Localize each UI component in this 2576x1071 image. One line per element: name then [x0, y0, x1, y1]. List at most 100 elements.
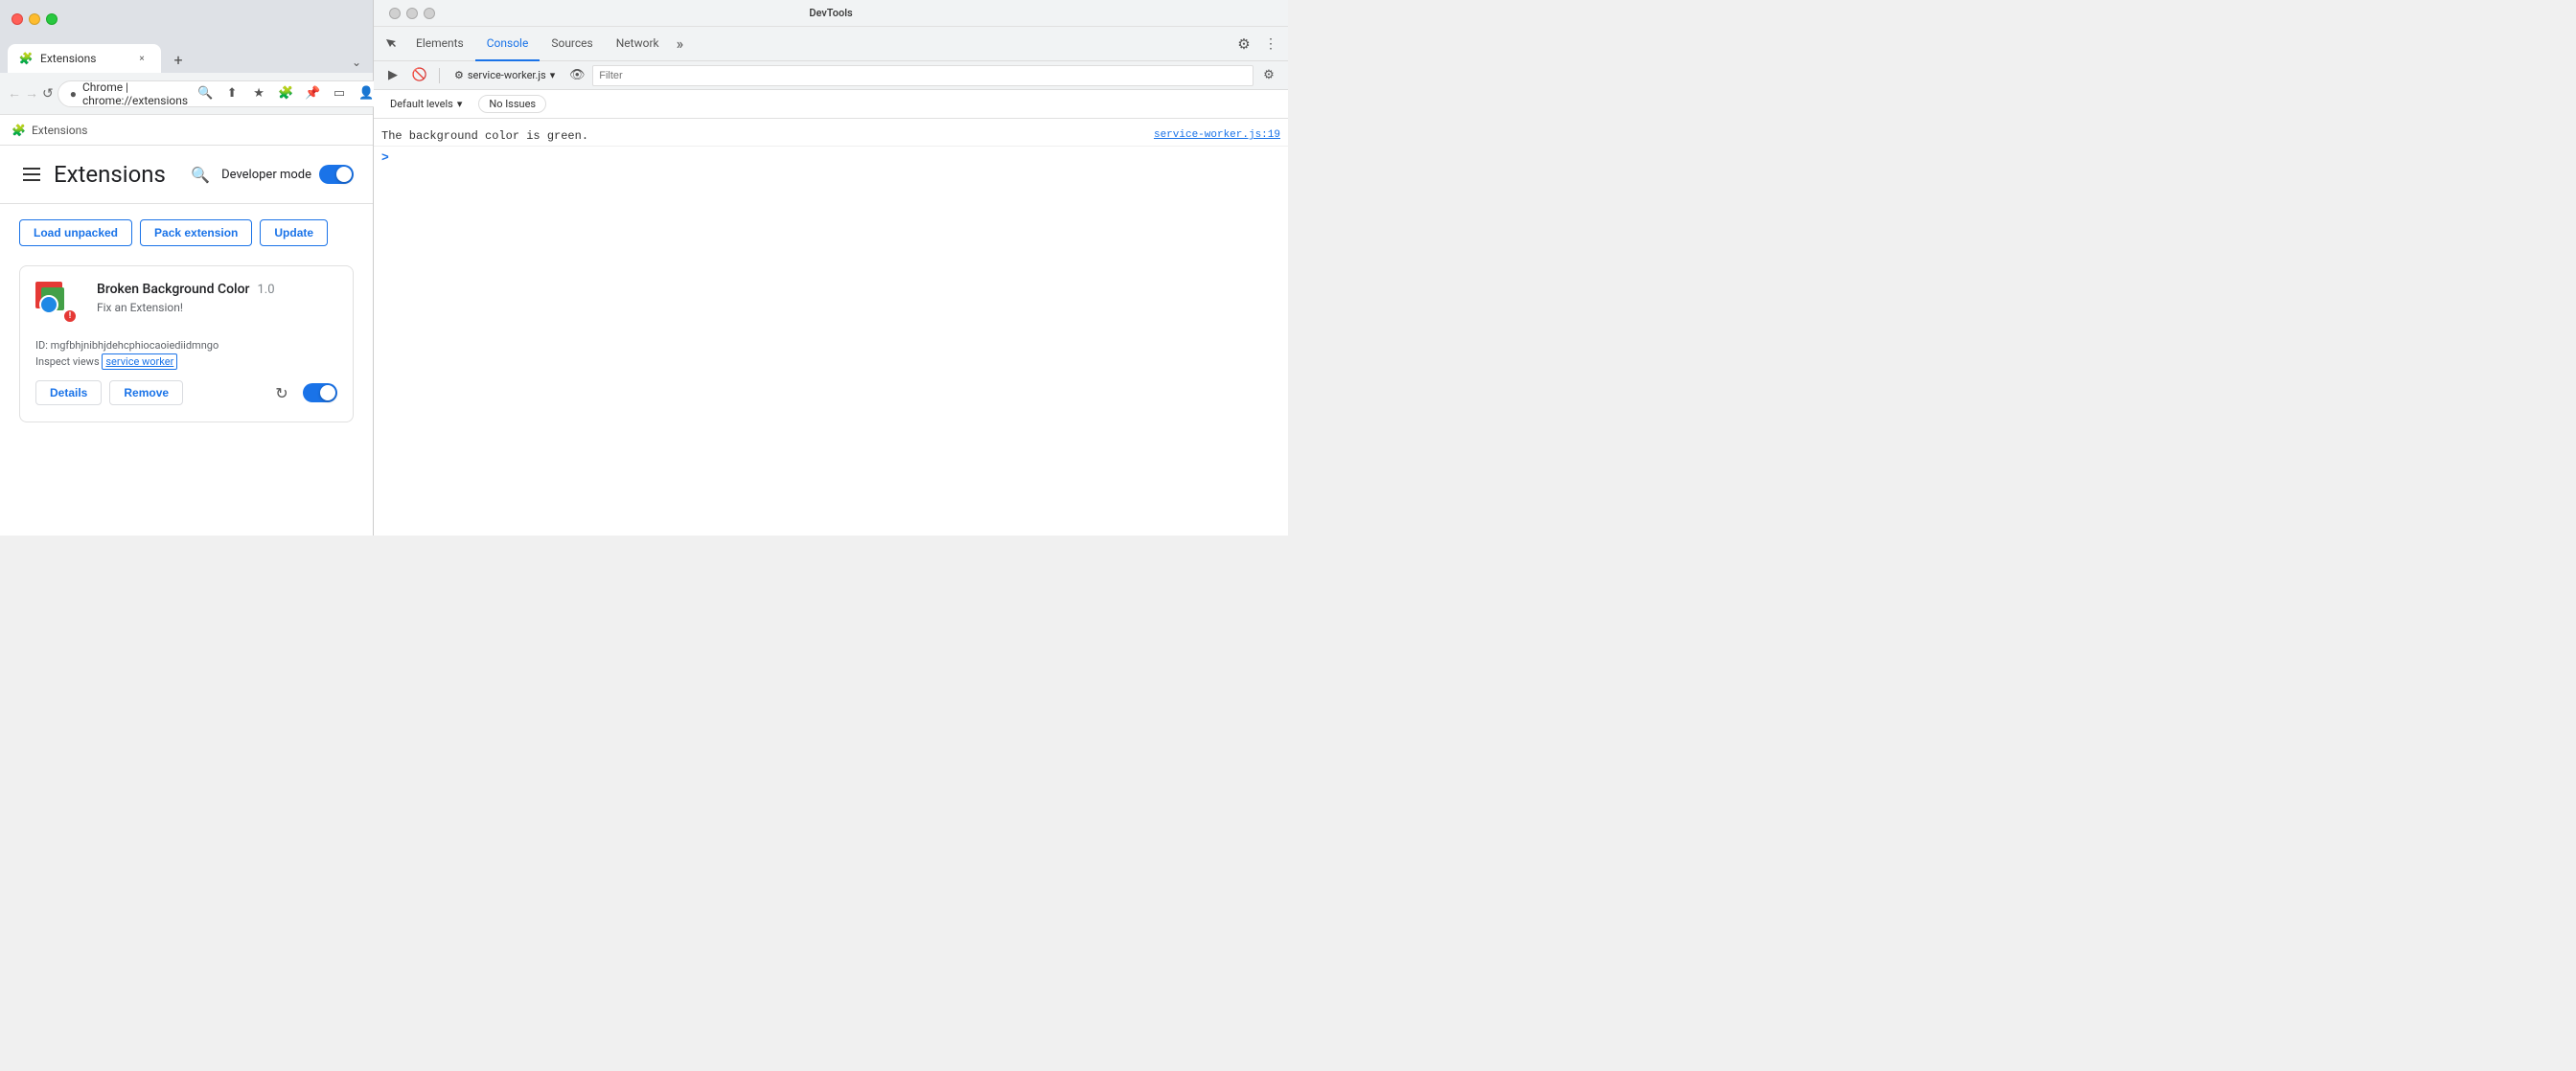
browser-traffic-lights [12, 13, 58, 25]
breadcrumb-label: Extensions [32, 124, 87, 137]
share-button[interactable]: ⬆ [220, 82, 243, 105]
zoom-button[interactable]: 🔍 [194, 82, 217, 105]
devtools-menu-button[interactable]: ⋮ [1257, 31, 1284, 57]
more-tabs-button[interactable]: » [671, 34, 690, 53]
eye-button[interactable]: 👁 [565, 64, 588, 87]
extensions-button[interactable]: 🧩 [274, 82, 297, 105]
context-selector[interactable]: ⚙ service-worker.js ▾ [448, 66, 562, 84]
card-info: Broken Background Color 1.0 Fix an Exten… [97, 282, 337, 328]
details-button[interactable]: Details [35, 380, 102, 405]
devtools-title: DevTools [809, 7, 852, 19]
bbc-error-badge [62, 308, 78, 324]
tab-sources[interactable]: Sources [540, 27, 604, 61]
console-prompt[interactable]: > [374, 147, 1288, 169]
devtools-inspect-mode-button[interactable] [378, 31, 404, 57]
tab-elements[interactable]: Elements [404, 27, 475, 61]
cast-button[interactable]: ▭ [328, 82, 351, 105]
action-buttons: Load unpacked Pack extension Update [19, 219, 354, 246]
card-name-row: Broken Background Color 1.0 [97, 282, 337, 297]
traffic-light-close[interactable] [12, 13, 23, 25]
url-prefix: Chrome | [82, 80, 128, 94]
devtools-tl-close[interactable] [389, 8, 401, 19]
log-message: The background color is green. [381, 129, 1146, 143]
extensions-header: Extensions 🔍 Developer mode [19, 161, 354, 188]
browser-title-bar [0, 0, 373, 38]
url-security-icon: ● [70, 87, 77, 101]
context-label: service-worker.js [468, 69, 546, 81]
breadcrumb-icon: 🧩 [12, 124, 26, 137]
pin-button[interactable]: 📌 [301, 82, 324, 105]
no-issues-badge[interactable]: No Issues [478, 95, 546, 113]
new-tab-button[interactable]: + [165, 46, 192, 73]
reload-button[interactable]: ↺ [42, 80, 54, 107]
extension-description: Fix an Extension! [97, 301, 337, 314]
active-tab[interactable]: 🧩 Extensions × [8, 44, 161, 73]
filter-input[interactable] [592, 65, 1254, 86]
inspect-views-label: Inspect views [35, 355, 100, 368]
extension-name: Broken Background Color [97, 282, 250, 297]
log-source[interactable]: service-worker.js:19 [1154, 129, 1280, 141]
url-text: Chrome | chrome://extensions [82, 80, 188, 107]
extension-icon [35, 282, 81, 328]
filter-settings-button[interactable]: ⚙ [1257, 64, 1280, 87]
traffic-light-fullscreen[interactable] [46, 13, 58, 25]
card-bottom: Details Remove ↻ [35, 379, 337, 406]
pack-extension-button[interactable]: Pack extension [140, 219, 252, 246]
tab-overflow-button[interactable]: ⌄ [348, 52, 365, 73]
toolbar-separator [439, 68, 440, 83]
extension-id: ID: mgfbhjnibhjdehcphiocaoiediidmngo [35, 339, 337, 352]
header-divider [0, 203, 373, 204]
devtools-tl-minimize[interactable] [406, 8, 418, 19]
tab-console[interactable]: Console [475, 27, 540, 61]
devtools-tl-fullscreen[interactable] [424, 8, 435, 19]
remove-button[interactable]: Remove [109, 380, 183, 405]
tab-favicon: 🧩 [19, 52, 33, 65]
levels-arrow: ▾ [457, 98, 463, 110]
context-icon: ⚙ [454, 69, 464, 81]
devtools-levels-bar: Default levels ▾ No Issues [374, 90, 1288, 119]
extension-version: 1.0 [258, 283, 275, 297]
devtools-toolbar: ▶ 🚫 ⚙ service-worker.js ▾ 👁 ⚙ [374, 61, 1288, 90]
dev-mode-row: 🔍 Developer mode [187, 161, 354, 188]
hamburger-menu-button[interactable] [19, 164, 44, 185]
default-levels-button[interactable]: Default levels ▾ [381, 95, 471, 113]
console-play-button[interactable]: ▶ [381, 64, 404, 87]
url-bar[interactable]: ● Chrome | chrome://extensions 🔍 ⬆ ★ 🧩 📌… [58, 80, 390, 107]
forward-button[interactable]: → [25, 80, 38, 107]
devtools-console: The background color is green. service-w… [374, 119, 1288, 536]
page-title: Extensions [54, 161, 166, 188]
tab-bar: 🧩 Extensions × + ⌄ [0, 38, 373, 73]
log-entry: The background color is green. service-w… [374, 126, 1288, 147]
card-top: Broken Background Color 1.0 Fix an Exten… [35, 282, 337, 328]
devtools-panel: DevTools Elements Console Sources Networ… [374, 0, 1288, 536]
inspect-views: Inspect views service worker [35, 355, 337, 368]
developer-mode-toggle[interactable] [319, 165, 354, 184]
service-worker-link[interactable]: service worker [102, 353, 177, 370]
devtools-tabs: Elements Console Sources Network » ⚙ ⋮ [374, 27, 1288, 61]
bbc-icon-graphic [35, 282, 74, 320]
extension-card: Broken Background Color 1.0 Fix an Exten… [19, 265, 354, 422]
url-value: chrome://extensions [82, 94, 188, 107]
browser-panel: 🧩 Extensions × + ⌄ ← → ↺ ● Chrome | chro… [0, 0, 374, 536]
bbc-blue-circle [39, 295, 58, 314]
bookmark-button[interactable]: ★ [247, 82, 270, 105]
devtools-traffic-lights [389, 8, 435, 19]
devtools-settings-button[interactable]: ⚙ [1230, 31, 1257, 57]
extension-enable-toggle[interactable] [303, 383, 337, 402]
tab-title: Extensions [40, 52, 126, 65]
search-button[interactable]: 🔍 [187, 161, 214, 188]
url-actions: 🔍 ⬆ ★ 🧩 📌 ▭ 👤 [194, 82, 378, 105]
tab-network[interactable]: Network [605, 27, 671, 61]
context-arrow: ▾ [550, 69, 556, 81]
dev-mode-label: Developer mode [221, 168, 311, 182]
traffic-light-minimize[interactable] [29, 13, 40, 25]
console-clear-button[interactable]: 🚫 [408, 64, 431, 87]
breadcrumb-bar: 🧩 Extensions [0, 115, 373, 146]
address-bar: ← → ↺ ● Chrome | chrome://extensions 🔍 ⬆… [0, 73, 373, 115]
update-button[interactable]: Update [260, 219, 328, 246]
load-unpacked-button[interactable]: Load unpacked [19, 219, 132, 246]
back-button[interactable]: ← [8, 80, 21, 107]
refresh-button[interactable]: ↻ [268, 379, 295, 406]
default-levels-label: Default levels [390, 98, 453, 110]
tab-close-button[interactable]: × [134, 51, 150, 66]
